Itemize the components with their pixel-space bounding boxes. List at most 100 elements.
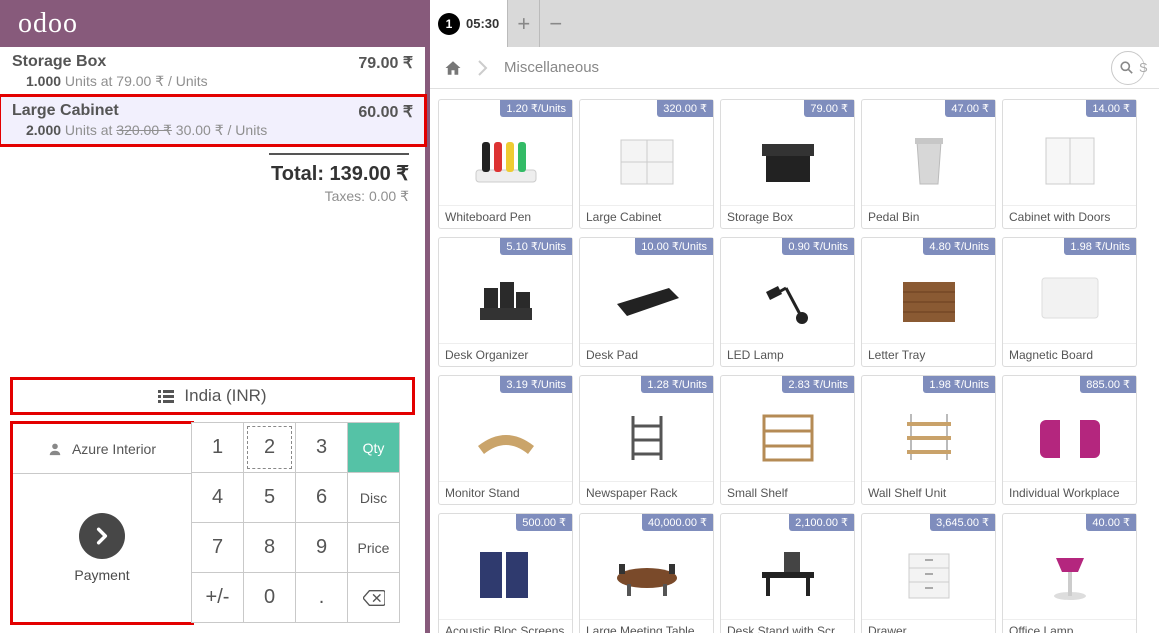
product-name: Newspaper Rack <box>580 481 713 504</box>
order-line[interactable]: Large Cabinet60.00 ₹2.000 Units at 320.0… <box>0 96 425 145</box>
product-card[interactable]: 1.28 ₹/Units Newspaper Rack <box>579 375 714 505</box>
product-name: Whiteboard Pen <box>439 205 572 228</box>
product-price-tag: 3,645.00 ₹ <box>930 514 995 531</box>
product-price-tag: 1.98 ₹/Units <box>923 376 995 393</box>
home-icon[interactable] <box>444 59 462 77</box>
product-card[interactable]: 1.20 ₹/UnitsWhiteboard Pen <box>438 99 573 229</box>
product-price-tag: 14.00 ₹ <box>1086 100 1136 117</box>
product-name: Large Cabinet <box>580 205 713 228</box>
product-price-tag: 1.98 ₹/Units <box>1064 238 1136 255</box>
product-name: Pedal Bin <box>862 205 995 228</box>
product-card[interactable]: 500.00 ₹Acoustic Bloc Screens <box>438 513 573 633</box>
order-line-name: Large Cabinet <box>12 102 358 122</box>
customer-name: Azure Interior <box>72 441 156 457</box>
product-price-tag: 1.28 ₹/Units <box>641 376 713 393</box>
user-icon <box>48 442 62 456</box>
product-price-tag: 40.00 ₹ <box>1086 514 1136 531</box>
payment-button[interactable]: Payment <box>13 474 191 622</box>
remove-order-button[interactable]: − <box>539 0 571 47</box>
order-line-price: 60.00 ₹ <box>358 102 413 122</box>
new-order-button[interactable]: + <box>507 0 539 47</box>
product-price-tag: 4.80 ₹/Units <box>923 238 995 255</box>
order-tab[interactable]: 1 05:30 <box>430 0 507 47</box>
product-price-tag: 0.90 ₹/Units <box>782 238 854 255</box>
product-price-tag: 5.10 ₹/Units <box>500 238 572 255</box>
pricelist-button[interactable]: India (INR) <box>12 379 413 413</box>
product-card[interactable]: 40,000.00 ₹Large Meeting Table <box>579 513 714 633</box>
product-card[interactable]: 1.98 ₹/UnitsWall Shelf Unit <box>861 375 996 505</box>
numpad-key-7[interactable]: 7 <box>191 522 244 573</box>
product-price-tag: 2,100.00 ₹ <box>789 514 854 531</box>
category-breadcrumb: Miscellaneous S <box>430 47 1159 89</box>
product-card[interactable]: 40.00 ₹ Office Lamp <box>1002 513 1137 633</box>
customer-button[interactable]: Azure Interior <box>13 424 191 474</box>
order-line-price: 79.00 ₹ <box>358 53 413 73</box>
pricelist-label: India (INR) <box>184 386 266 406</box>
product-card[interactable]: 1.98 ₹/Units Magnetic Board <box>1002 237 1137 367</box>
search-icon <box>1120 61 1133 74</box>
search-input[interactable]: S <box>1111 51 1145 85</box>
numpad-key-.[interactable]: . <box>295 572 348 623</box>
product-card[interactable]: 10.00 ₹/UnitsDesk Pad <box>579 237 714 367</box>
numpad-key-0[interactable]: 0 <box>243 572 296 623</box>
numpad-key-2[interactable]: 2 <box>243 422 296 473</box>
taxes-amount: 0.00 ₹ <box>369 188 409 204</box>
product-card[interactable]: 2,100.00 ₹ Desk Stand with Screen <box>720 513 855 633</box>
numpad-mode-qty[interactable]: Qty <box>347 422 400 473</box>
order-line-detail: 2.000 Units at 320.00 ₹ 30.00 ₹ / Units <box>12 122 413 139</box>
numpad-key-1[interactable]: 1 <box>191 422 244 473</box>
numpad-key-5[interactable]: 5 <box>243 472 296 523</box>
product-price-tag: 885.00 ₹ <box>1080 376 1136 393</box>
product-price-tag: 320.00 ₹ <box>657 100 713 117</box>
product-card[interactable]: 3,645.00 ₹ Drawer <box>861 513 996 633</box>
numpad-key-4[interactable]: 4 <box>191 472 244 523</box>
numpad-key-6[interactable]: 6 <box>295 472 348 523</box>
numpad-backspace[interactable] <box>347 572 400 623</box>
product-name: Magnetic Board <box>1003 343 1136 366</box>
product-price-tag: 500.00 ₹ <box>516 514 572 531</box>
chevron-right-icon <box>79 513 125 559</box>
total-amount: 139.00 ₹ <box>330 163 409 185</box>
product-name: Desk Stand with Screen <box>721 619 854 633</box>
taxes-label: Taxes: <box>325 188 365 204</box>
product-card[interactable]: 885.00 ₹Individual Workplace <box>1002 375 1137 505</box>
product-panel: 1 05:30 + − Miscellaneous S <box>430 47 1159 633</box>
chevron-right-icon <box>478 60 488 76</box>
product-price-tag: 47.00 ₹ <box>945 100 995 117</box>
order-line-detail: 1.000 Units at 79.00 ₹ / Units <box>12 73 413 90</box>
product-card[interactable]: 2.83 ₹/Units Small Shelf <box>720 375 855 505</box>
product-card[interactable]: 320.00 ₹ Large Cabinet <box>579 99 714 229</box>
order-tabs: 1 05:30 + − <box>430 0 1159 47</box>
product-name: Storage Box <box>721 205 854 228</box>
product-name: Drawer <box>862 619 995 633</box>
product-price-tag: 3.19 ₹/Units <box>500 376 572 393</box>
product-price-tag: 2.83 ₹/Units <box>782 376 854 393</box>
product-price-tag: 10.00 ₹/Units <box>635 238 713 255</box>
product-name: Small Shelf <box>721 481 854 504</box>
numpad-mode-disc[interactable]: Disc <box>347 472 400 523</box>
product-name: Cabinet with Doors <box>1003 205 1136 228</box>
product-card[interactable]: 4.80 ₹/UnitsLetter Tray <box>861 237 996 367</box>
numpad: 123Qty 456Disc 789Price +/-0. <box>192 423 400 623</box>
product-name: Office Lamp <box>1003 619 1136 633</box>
product-card[interactable]: 5.10 ₹/UnitsDesk Organizer <box>438 237 573 367</box>
numpad-key-+/-[interactable]: +/- <box>191 572 244 623</box>
product-price-tag: 40,000.00 ₹ <box>642 514 713 531</box>
product-name: Monitor Stand <box>439 481 572 504</box>
numpad-key-9[interactable]: 9 <box>295 522 348 573</box>
plus-icon: + <box>517 11 530 37</box>
odoo-logo: odoo <box>0 8 96 40</box>
product-card[interactable]: 47.00 ₹ Pedal Bin <box>861 99 996 229</box>
product-card[interactable]: 3.19 ₹/Units Monitor Stand <box>438 375 573 505</box>
numpad-key-3[interactable]: 3 <box>295 422 348 473</box>
product-card[interactable]: 14.00 ₹ Cabinet with Doors <box>1002 99 1137 229</box>
order-line[interactable]: Storage Box79.00 ₹1.000 Units at 79.00 ₹… <box>0 47 425 96</box>
product-card[interactable]: 0.90 ₹/UnitsLED Lamp <box>720 237 855 367</box>
product-card[interactable]: 79.00 ₹Storage Box <box>720 99 855 229</box>
product-grid: 1.20 ₹/UnitsWhiteboard Pen 320.00 ₹ Large … <box>430 89 1159 633</box>
list-icon <box>158 389 174 403</box>
numpad-key-8[interactable]: 8 <box>243 522 296 573</box>
order-line-name: Storage Box <box>12 53 358 73</box>
numpad-mode-price[interactable]: Price <box>347 522 400 573</box>
breadcrumb-category[interactable]: Miscellaneous <box>504 59 599 76</box>
